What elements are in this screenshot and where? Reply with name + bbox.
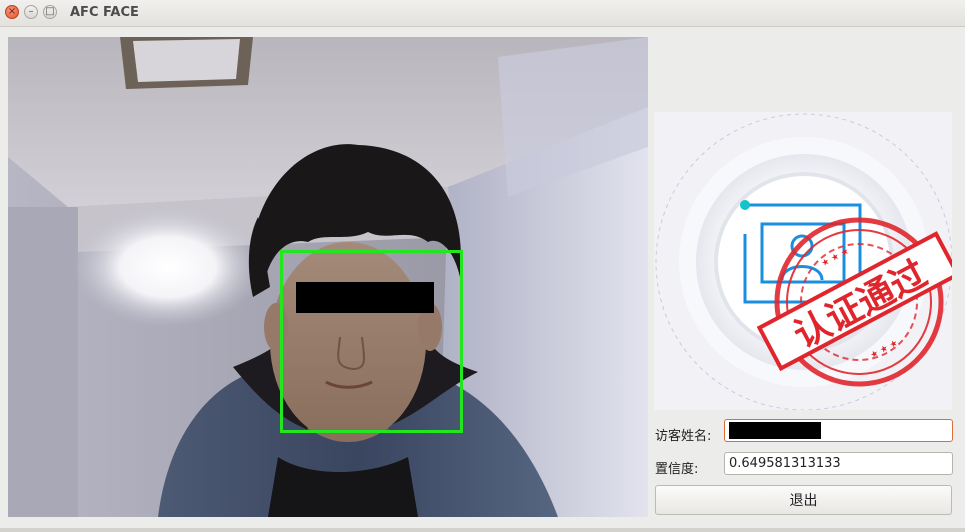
confidence-label: 置信度: [655, 462, 699, 477]
visitor-name-field[interactable] [724, 419, 953, 442]
camera-feed [8, 37, 648, 517]
maximize-window-icon[interactable]: □ [43, 5, 57, 19]
window-bottom-edge [0, 528, 965, 532]
logo-node-icon [740, 200, 750, 210]
confidence-field[interactable]: 0.649581313133 [724, 452, 953, 475]
close-window-icon[interactable]: × [5, 5, 19, 19]
window-title: AFC FACE [70, 5, 139, 20]
verification-badge-graphic: FR ★ ★ ★ ★ ★ ★ 认证通过 [654, 112, 952, 410]
redacted-name [729, 422, 821, 439]
confidence-value: 0.649581313133 [729, 456, 841, 471]
exit-button[interactable]: 退出 [655, 485, 952, 515]
visitor-name-label: 访客姓名: [655, 429, 712, 444]
minimize-window-icon[interactable]: – [24, 5, 38, 19]
camera-scene-image [8, 37, 648, 517]
verification-badge: FR ★ ★ ★ ★ ★ ★ 认证通过 [654, 112, 952, 410]
title-bar: × – □ AFC FACE [0, 0, 965, 27]
